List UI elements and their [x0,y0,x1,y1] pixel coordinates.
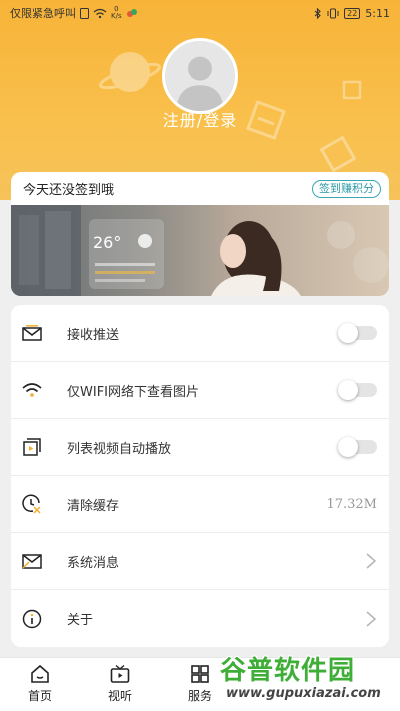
setting-wifi-only-images[interactable]: 仅WIFI网络下查看图片 [11,362,389,419]
signin-card: 今天还没签到哦 签到赚积分 26° [11,172,389,296]
signin-banner-image[interactable]: 26° [11,205,389,296]
home-icon [31,664,49,683]
clock-time: 5:11 [365,6,390,20]
settings-list: 接收推送 仅WIFI网络下查看图片 列表视频自动播放 清除缓存 17.32M 系… [11,305,389,647]
toggle-knob [338,437,358,457]
envelope-push-icon [21,322,43,344]
clock-clear-icon [21,493,43,515]
tab-label: 服务 [187,689,212,703]
wifi-status-icon [93,8,107,18]
banner-temperature: 26° [93,233,122,252]
default-avatar-icon [165,41,235,111]
tab-home[interactable]: 首页 [0,658,80,711]
avatar[interactable] [162,38,238,114]
planet-decoration-icon [98,52,162,92]
vibrate-icon [327,8,339,18]
setting-about[interactable]: 关于 [11,590,389,647]
chevron-right-icon [366,553,377,569]
app-notification-icon [126,9,137,17]
setting-label: 仅WIFI网络下查看图片 [67,384,199,400]
setting-label: 接收推送 [67,327,120,343]
setting-label: 系统消息 [67,555,120,571]
toggle-knob [338,323,358,343]
signin-title: 今天还没签到哦 [23,183,115,198]
card-decoration-icon [320,136,356,172]
receive-push-toggle[interactable] [338,323,377,343]
autoplay-video-toggle[interactable] [338,437,377,457]
setting-label: 列表视频自动播放 [67,441,172,457]
wifi-icon [21,379,43,401]
setting-system-messages[interactable]: 系统消息 [11,533,389,590]
tab-label: 首页 [27,689,52,703]
cache-size-value: 17.32M [326,496,377,512]
signin-earn-points-button[interactable]: 签到赚积分 [312,179,381,198]
sim-icon [80,7,89,19]
setting-label: 清除缓存 [67,498,120,514]
wifi-only-images-toggle[interactable] [338,380,377,400]
toggle-knob [338,380,358,400]
login-register-link[interactable]: 注册/登录 [0,107,400,131]
video-play-icon [21,436,43,458]
grid-icon [191,665,209,683]
network-speed: 0 K/s [111,5,122,20]
watermark-url: www.gupuxiazai.com [226,686,381,701]
battery-level: 22 [344,7,361,19]
setting-receive-push[interactable]: 接收推送 [11,305,389,362]
bluetooth-icon [314,7,321,19]
setting-label: 关于 [67,613,94,628]
chevron-right-icon [366,610,377,627]
watermark-title: 谷普软件园 [220,656,356,686]
status-bar: 仅限紧急呼叫 0 K/s 22 5:11 [0,0,400,26]
mail-icon [21,550,43,572]
info-icon [21,608,43,630]
tab-audiovisual[interactable]: 视听 [80,658,160,711]
setting-clear-cache[interactable]: 清除缓存 17.32M [11,476,389,533]
banner-illustration [11,205,389,296]
carrier-text: 仅限紧急呼叫 [10,7,76,20]
setting-autoplay-video[interactable]: 列表视频自动播放 [11,419,389,476]
tv-icon [110,664,130,683]
card-decoration-icon [342,80,362,100]
site-watermark: 谷普软件园 www.gupuxiazai.com [220,650,400,711]
tab-label: 视听 [107,689,132,703]
